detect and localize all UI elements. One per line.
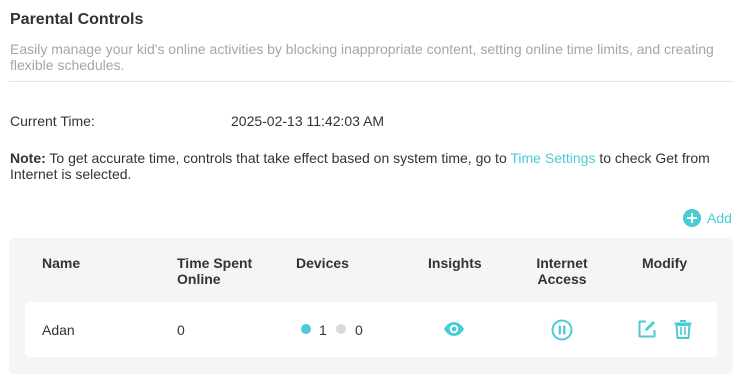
column-header-modify: Modify	[642, 255, 688, 271]
devices-online-count: 1	[319, 322, 327, 338]
column-header-time-spent: Time Spent Online	[177, 255, 252, 287]
parental-controls-page: Parental Controls Easily manage your kid…	[0, 0, 746, 379]
column-header-internet-access: Internet Access	[526, 255, 598, 287]
column-header-time-spent-line1: Time Spent	[177, 255, 253, 271]
column-header-time-spent-line2: Online	[177, 271, 221, 287]
add-label: Add	[707, 210, 732, 226]
note-text-before: To get accurate time, controls that take…	[45, 150, 511, 166]
plus-circle-icon	[683, 209, 701, 227]
time-spent-value: 0	[177, 322, 185, 338]
page-title: Parental Controls	[10, 11, 144, 28]
column-header-name: Name	[42, 255, 81, 271]
trash-icon[interactable]	[673, 319, 693, 339]
note-prefix: Note:	[10, 150, 46, 166]
page-description: Easily manage your kid's online activiti…	[10, 41, 714, 73]
column-header-devices: Devices	[296, 255, 349, 271]
divider	[9, 81, 733, 82]
online-dot-icon	[301, 324, 311, 334]
pause-icon[interactable]	[551, 319, 573, 341]
column-header-internet-line1: Internet	[536, 255, 588, 271]
current-time-label: Current Time:	[10, 113, 95, 129]
time-settings-link[interactable]: Time Settings	[510, 150, 595, 166]
add-button[interactable]: Add	[683, 208, 732, 228]
devices-offline-count: 0	[355, 322, 363, 338]
eye-icon[interactable]	[443, 321, 465, 337]
table-row	[25, 302, 717, 357]
column-header-internet-line2: Access	[537, 271, 587, 287]
current-time-value: 2025-02-13 11:42:03 AM	[231, 113, 385, 129]
profile-name: Adan	[42, 322, 75, 338]
offline-dot-icon	[336, 324, 346, 334]
time-note: Note: To get accurate time, controls tha…	[10, 150, 730, 182]
edit-icon[interactable]	[637, 319, 657, 339]
column-header-insights: Insights	[428, 255, 482, 271]
